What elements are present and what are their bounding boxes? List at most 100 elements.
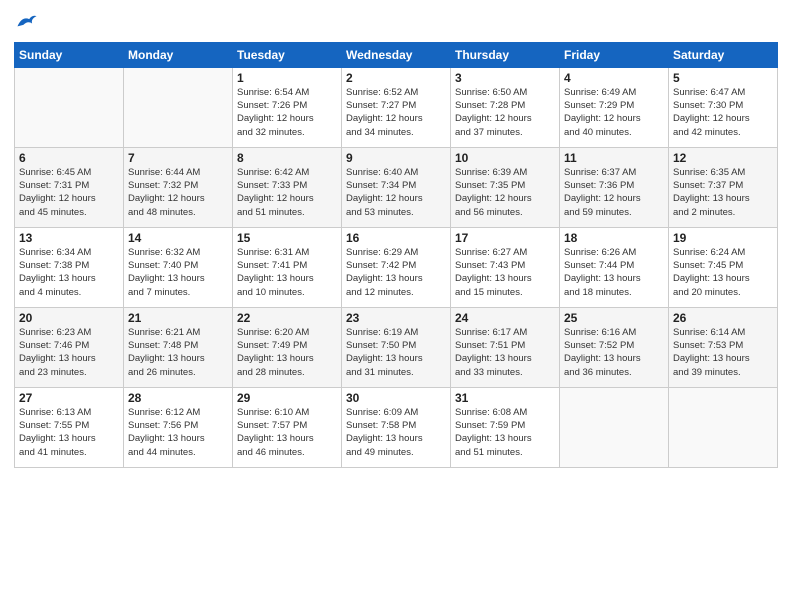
header-day-tuesday: Tuesday	[233, 42, 342, 67]
day-info: Sunrise: 6:16 AM Sunset: 7:52 PM Dayligh…	[564, 326, 664, 379]
calendar-cell: 16Sunrise: 6:29 AM Sunset: 7:42 PM Dayli…	[342, 227, 451, 307]
calendar-cell: 24Sunrise: 6:17 AM Sunset: 7:51 PM Dayli…	[451, 307, 560, 387]
day-number: 18	[564, 231, 664, 245]
day-number: 8	[237, 151, 337, 165]
calendar-cell: 17Sunrise: 6:27 AM Sunset: 7:43 PM Dayli…	[451, 227, 560, 307]
day-info: Sunrise: 6:14 AM Sunset: 7:53 PM Dayligh…	[673, 326, 773, 379]
calendar-cell	[669, 387, 778, 467]
week-row-0: 1Sunrise: 6:54 AM Sunset: 7:26 PM Daylig…	[15, 67, 778, 147]
header	[14, 10, 778, 34]
day-info: Sunrise: 6:54 AM Sunset: 7:26 PM Dayligh…	[237, 86, 337, 139]
day-number: 24	[455, 311, 555, 325]
day-info: Sunrise: 6:49 AM Sunset: 7:29 PM Dayligh…	[564, 86, 664, 139]
day-info: Sunrise: 6:27 AM Sunset: 7:43 PM Dayligh…	[455, 246, 555, 299]
day-number: 19	[673, 231, 773, 245]
calendar-cell: 3Sunrise: 6:50 AM Sunset: 7:28 PM Daylig…	[451, 67, 560, 147]
header-row: SundayMondayTuesdayWednesdayThursdayFrid…	[15, 42, 778, 67]
calendar-cell: 31Sunrise: 6:08 AM Sunset: 7:59 PM Dayli…	[451, 387, 560, 467]
day-number: 5	[673, 71, 773, 85]
day-number: 31	[455, 391, 555, 405]
day-number: 7	[128, 151, 228, 165]
day-info: Sunrise: 6:44 AM Sunset: 7:32 PM Dayligh…	[128, 166, 228, 219]
day-info: Sunrise: 6:17 AM Sunset: 7:51 PM Dayligh…	[455, 326, 555, 379]
day-number: 3	[455, 71, 555, 85]
calendar-cell: 28Sunrise: 6:12 AM Sunset: 7:56 PM Dayli…	[124, 387, 233, 467]
day-number: 17	[455, 231, 555, 245]
calendar-cell: 1Sunrise: 6:54 AM Sunset: 7:26 PM Daylig…	[233, 67, 342, 147]
calendar-cell: 2Sunrise: 6:52 AM Sunset: 7:27 PM Daylig…	[342, 67, 451, 147]
day-info: Sunrise: 6:08 AM Sunset: 7:59 PM Dayligh…	[455, 406, 555, 459]
day-info: Sunrise: 6:13 AM Sunset: 7:55 PM Dayligh…	[19, 406, 119, 459]
header-day-friday: Friday	[560, 42, 669, 67]
day-number: 9	[346, 151, 446, 165]
day-info: Sunrise: 6:39 AM Sunset: 7:35 PM Dayligh…	[455, 166, 555, 219]
calendar-cell: 30Sunrise: 6:09 AM Sunset: 7:58 PM Dayli…	[342, 387, 451, 467]
logo	[14, 14, 38, 34]
day-info: Sunrise: 6:35 AM Sunset: 7:37 PM Dayligh…	[673, 166, 773, 219]
day-number: 26	[673, 311, 773, 325]
day-number: 4	[564, 71, 664, 85]
day-number: 28	[128, 391, 228, 405]
calendar-cell: 26Sunrise: 6:14 AM Sunset: 7:53 PM Dayli…	[669, 307, 778, 387]
day-info: Sunrise: 6:34 AM Sunset: 7:38 PM Dayligh…	[19, 246, 119, 299]
day-info: Sunrise: 6:50 AM Sunset: 7:28 PM Dayligh…	[455, 86, 555, 139]
calendar-cell: 13Sunrise: 6:34 AM Sunset: 7:38 PM Dayli…	[15, 227, 124, 307]
day-number: 23	[346, 311, 446, 325]
header-day-thursday: Thursday	[451, 42, 560, 67]
calendar-body: 1Sunrise: 6:54 AM Sunset: 7:26 PM Daylig…	[15, 67, 778, 467]
calendar-cell: 5Sunrise: 6:47 AM Sunset: 7:30 PM Daylig…	[669, 67, 778, 147]
calendar-cell: 7Sunrise: 6:44 AM Sunset: 7:32 PM Daylig…	[124, 147, 233, 227]
day-info: Sunrise: 6:26 AM Sunset: 7:44 PM Dayligh…	[564, 246, 664, 299]
day-number: 6	[19, 151, 119, 165]
calendar-cell: 10Sunrise: 6:39 AM Sunset: 7:35 PM Dayli…	[451, 147, 560, 227]
calendar-cell: 14Sunrise: 6:32 AM Sunset: 7:40 PM Dayli…	[124, 227, 233, 307]
calendar-header: SundayMondayTuesdayWednesdayThursdayFrid…	[15, 42, 778, 67]
calendar-cell: 15Sunrise: 6:31 AM Sunset: 7:41 PM Dayli…	[233, 227, 342, 307]
calendar-cell: 12Sunrise: 6:35 AM Sunset: 7:37 PM Dayli…	[669, 147, 778, 227]
calendar-cell: 9Sunrise: 6:40 AM Sunset: 7:34 PM Daylig…	[342, 147, 451, 227]
calendar-cell: 20Sunrise: 6:23 AM Sunset: 7:46 PM Dayli…	[15, 307, 124, 387]
calendar-cell: 19Sunrise: 6:24 AM Sunset: 7:45 PM Dayli…	[669, 227, 778, 307]
day-info: Sunrise: 6:37 AM Sunset: 7:36 PM Dayligh…	[564, 166, 664, 219]
day-info: Sunrise: 6:29 AM Sunset: 7:42 PM Dayligh…	[346, 246, 446, 299]
day-number: 2	[346, 71, 446, 85]
calendar-cell: 8Sunrise: 6:42 AM Sunset: 7:33 PM Daylig…	[233, 147, 342, 227]
day-info: Sunrise: 6:12 AM Sunset: 7:56 PM Dayligh…	[128, 406, 228, 459]
calendar-cell	[15, 67, 124, 147]
day-number: 16	[346, 231, 446, 245]
day-info: Sunrise: 6:20 AM Sunset: 7:49 PM Dayligh…	[237, 326, 337, 379]
calendar-cell: 27Sunrise: 6:13 AM Sunset: 7:55 PM Dayli…	[15, 387, 124, 467]
day-info: Sunrise: 6:10 AM Sunset: 7:57 PM Dayligh…	[237, 406, 337, 459]
calendar-cell: 4Sunrise: 6:49 AM Sunset: 7:29 PM Daylig…	[560, 67, 669, 147]
week-row-2: 13Sunrise: 6:34 AM Sunset: 7:38 PM Dayli…	[15, 227, 778, 307]
week-row-3: 20Sunrise: 6:23 AM Sunset: 7:46 PM Dayli…	[15, 307, 778, 387]
calendar-cell: 23Sunrise: 6:19 AM Sunset: 7:50 PM Dayli…	[342, 307, 451, 387]
day-number: 25	[564, 311, 664, 325]
calendar-cell	[560, 387, 669, 467]
day-info: Sunrise: 6:09 AM Sunset: 7:58 PM Dayligh…	[346, 406, 446, 459]
day-number: 1	[237, 71, 337, 85]
day-number: 30	[346, 391, 446, 405]
week-row-4: 27Sunrise: 6:13 AM Sunset: 7:55 PM Dayli…	[15, 387, 778, 467]
calendar-cell: 25Sunrise: 6:16 AM Sunset: 7:52 PM Dayli…	[560, 307, 669, 387]
day-info: Sunrise: 6:42 AM Sunset: 7:33 PM Dayligh…	[237, 166, 337, 219]
header-day-monday: Monday	[124, 42, 233, 67]
calendar-cell	[124, 67, 233, 147]
day-info: Sunrise: 6:52 AM Sunset: 7:27 PM Dayligh…	[346, 86, 446, 139]
day-info: Sunrise: 6:47 AM Sunset: 7:30 PM Dayligh…	[673, 86, 773, 139]
calendar-cell: 21Sunrise: 6:21 AM Sunset: 7:48 PM Dayli…	[124, 307, 233, 387]
day-info: Sunrise: 6:32 AM Sunset: 7:40 PM Dayligh…	[128, 246, 228, 299]
header-day-wednesday: Wednesday	[342, 42, 451, 67]
day-info: Sunrise: 6:19 AM Sunset: 7:50 PM Dayligh…	[346, 326, 446, 379]
logo-bird-icon	[16, 13, 38, 31]
day-info: Sunrise: 6:23 AM Sunset: 7:46 PM Dayligh…	[19, 326, 119, 379]
day-number: 14	[128, 231, 228, 245]
calendar-cell: 18Sunrise: 6:26 AM Sunset: 7:44 PM Dayli…	[560, 227, 669, 307]
header-day-sunday: Sunday	[15, 42, 124, 67]
calendar-cell: 6Sunrise: 6:45 AM Sunset: 7:31 PM Daylig…	[15, 147, 124, 227]
day-number: 11	[564, 151, 664, 165]
day-info: Sunrise: 6:45 AM Sunset: 7:31 PM Dayligh…	[19, 166, 119, 219]
day-number: 12	[673, 151, 773, 165]
calendar-cell: 29Sunrise: 6:10 AM Sunset: 7:57 PM Dayli…	[233, 387, 342, 467]
day-info: Sunrise: 6:40 AM Sunset: 7:34 PM Dayligh…	[346, 166, 446, 219]
